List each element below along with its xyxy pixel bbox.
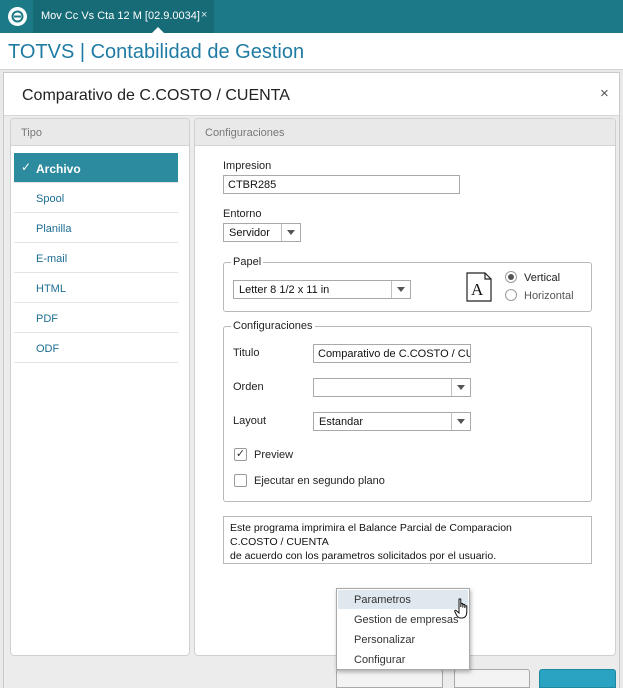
horizontal-radio[interactable] bbox=[505, 289, 517, 301]
tipo-item-label: E-mail bbox=[36, 253, 68, 265]
tipo-header: Tipo bbox=[11, 119, 189, 146]
top-bar: Mov Cc Vs Cta 12 M [02.9.0034] × bbox=[0, 0, 623, 33]
menu-item-gestion-empresas[interactable]: Gestion de empresas bbox=[338, 610, 468, 629]
chevron-down-icon[interactable] bbox=[391, 281, 410, 298]
tipo-item-label: PDF bbox=[36, 313, 58, 325]
chevron-down-icon[interactable] bbox=[451, 379, 470, 396]
hand-cursor-icon bbox=[454, 598, 470, 623]
tab-label: Mov Cc Vs Cta 12 M [02.9.0034] bbox=[41, 10, 200, 22]
description-line: Este programa imprimira el Balance Parci… bbox=[230, 522, 512, 534]
totvs-logo-icon bbox=[8, 7, 27, 26]
actions-menu: Parametros Gestion de empresas Personali… bbox=[336, 588, 470, 670]
configuraciones-header: Configuraciones bbox=[195, 119, 615, 146]
dialog-body: Tipo ✓ Archivo Spool Planilla E-mail HTM… bbox=[4, 116, 619, 688]
tipo-item-planilla[interactable]: Planilla bbox=[14, 213, 178, 243]
otras-acciones-button[interactable] bbox=[336, 669, 443, 688]
tipo-item-spool[interactable]: Spool bbox=[14, 183, 178, 213]
tipo-panel: Tipo ✓ Archivo Spool Planilla E-mail HTM… bbox=[10, 118, 190, 656]
tipo-item-email[interactable]: E-mail bbox=[14, 243, 178, 273]
settings-group: Configuraciones Titulo Comparativo de C.… bbox=[223, 320, 592, 502]
tipo-item-label: Planilla bbox=[36, 223, 72, 235]
configuraciones-panel: Configuraciones Impresion CTBR285 Entorn… bbox=[194, 118, 616, 656]
chevron-down-icon[interactable] bbox=[451, 413, 470, 430]
vertical-label: Vertical bbox=[524, 272, 561, 284]
check-icon: ✓ bbox=[21, 160, 32, 174]
orden-label: Orden bbox=[233, 381, 264, 393]
titulo-label: Titulo bbox=[233, 347, 260, 359]
entorno-value: Servidor bbox=[229, 227, 270, 239]
settings-legend: Configuraciones bbox=[231, 320, 315, 332]
chevron-down-icon[interactable] bbox=[281, 224, 300, 241]
menu-item-parametros[interactable]: Parametros bbox=[338, 590, 468, 609]
imprimir-button[interactable] bbox=[539, 669, 616, 688]
tab-close-icon[interactable]: × bbox=[201, 9, 207, 21]
page-a-icon: A bbox=[466, 272, 492, 305]
paper-size-select[interactable]: Letter 8 1/2 x 11 in bbox=[233, 280, 411, 299]
tab-mov-cc-vs-cta[interactable]: Mov Cc Vs Cta 12 M [02.9.0034] × bbox=[33, 0, 214, 33]
preview-checkbox[interactable]: ✓ bbox=[234, 448, 247, 461]
dialog-close-icon[interactable]: × bbox=[600, 85, 609, 102]
tipo-item-archivo[interactable]: ✓ Archivo bbox=[14, 153, 178, 183]
paper-size-value: Letter 8 1/2 x 11 in bbox=[239, 284, 330, 296]
tipo-item-label: Archivo bbox=[36, 162, 81, 176]
app-title: TOTVS | Contabilidad de Gestion bbox=[8, 41, 305, 63]
tipo-item-odf[interactable]: ODF bbox=[14, 333, 178, 363]
description-line: de acuerdo con los parametros solicitado… bbox=[230, 550, 497, 562]
impresion-label: Impresion bbox=[223, 160, 272, 172]
papel-legend: Papel bbox=[231, 256, 264, 268]
titulo-input[interactable]: Comparativo de C.COSTO / CUENTA bbox=[313, 344, 471, 363]
background-label: Ejecutar en segundo plano bbox=[254, 475, 385, 487]
tipo-item-label: ODF bbox=[36, 343, 60, 355]
finalizar-button[interactable] bbox=[454, 669, 530, 688]
layout-select[interactable]: Estandar bbox=[313, 412, 471, 431]
tipo-item-label: Spool bbox=[36, 193, 65, 205]
tipo-item-html[interactable]: HTML bbox=[14, 273, 178, 303]
menu-item-label: Parametros bbox=[354, 594, 411, 606]
menu-item-label: Personalizar bbox=[354, 634, 416, 646]
layout-label: Layout bbox=[233, 415, 267, 427]
preview-label: Preview bbox=[254, 449, 294, 461]
dialog-title: Comparativo de C.COSTO / CUENTA bbox=[22, 87, 290, 104]
tipo-item-label: HTML bbox=[36, 283, 66, 295]
tipo-item-pdf[interactable]: PDF bbox=[14, 303, 178, 333]
page-a-glyph: A bbox=[471, 280, 484, 299]
background-checkbox[interactable] bbox=[234, 474, 247, 487]
description-box: Este programa imprimira el Balance Parci… bbox=[223, 516, 592, 564]
papel-group: Papel Letter 8 1/2 x 11 in A Vertical Ho… bbox=[223, 256, 592, 312]
menu-item-label: Gestion de empresas bbox=[354, 614, 459, 626]
layout-value: Estandar bbox=[319, 416, 364, 428]
menu-item-configurar[interactable]: Configurar bbox=[338, 650, 468, 669]
menu-item-label: Configurar bbox=[354, 654, 406, 666]
vertical-radio[interactable] bbox=[505, 271, 517, 283]
app-header: TOTVS | Contabilidad de Gestion bbox=[0, 33, 623, 70]
entorno-select[interactable]: Servidor bbox=[223, 223, 301, 242]
entorno-label: Entorno bbox=[223, 208, 262, 220]
horizontal-label: Horizontal bbox=[524, 290, 574, 302]
orden-select[interactable] bbox=[313, 378, 471, 397]
menu-item-personalizar[interactable]: Personalizar bbox=[338, 630, 468, 649]
description-line: C.COSTO / CUENTA bbox=[230, 536, 329, 548]
impresion-input[interactable]: CTBR285 bbox=[223, 175, 460, 194]
print-dialog: Comparativo de C.COSTO / CUENTA × Tipo ✓… bbox=[3, 72, 620, 688]
